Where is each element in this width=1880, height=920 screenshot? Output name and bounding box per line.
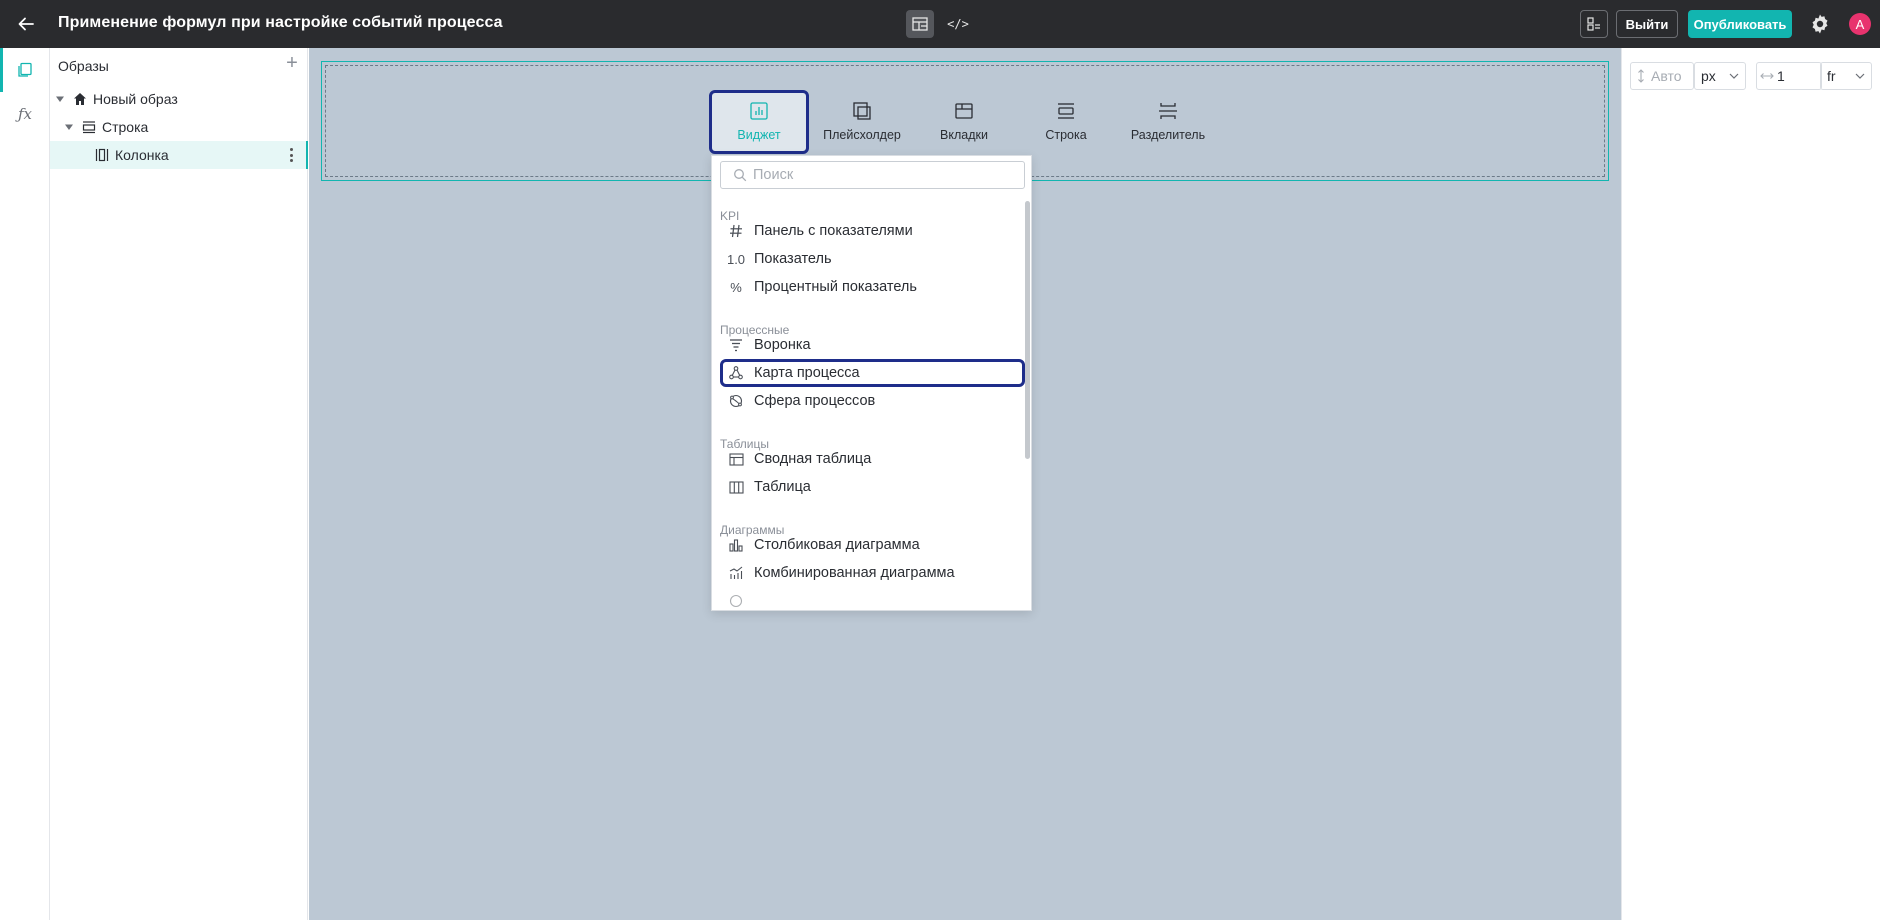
layout-icon [912, 17, 928, 31]
design-mode-button[interactable] [906, 10, 934, 38]
dropdown-item-indicator[interactable]: 1.0 Показатель [720, 245, 1025, 273]
pivot-table-icon [727, 450, 745, 468]
dropdown-item-combo-chart[interactable]: Комбинированная диаграмма [720, 559, 1025, 587]
more-options-icon[interactable] [290, 148, 294, 162]
item-label: Показатель [754, 251, 832, 267]
width-unit-select[interactable]: fr [1820, 62, 1872, 90]
panel-title: Образы [58, 58, 109, 74]
column-icon [95, 148, 109, 162]
chevron-down-icon [1729, 73, 1739, 79]
left-rail: ƒx [0, 48, 50, 920]
palette-placeholder[interactable]: Плейсхолдер [812, 90, 912, 154]
item-label: Панель с показателями [754, 223, 913, 239]
publish-button[interactable]: Опубликовать [1688, 10, 1792, 38]
search-field[interactable] [720, 161, 1025, 189]
height-placeholder: Авто [1651, 68, 1682, 84]
vertical-resize-icon [1631, 69, 1651, 83]
back-button[interactable] [12, 10, 40, 38]
item-label: Комбинированная диаграмма [754, 565, 955, 581]
dropdown-item-percent-indicator[interactable]: % Процентный показатель [720, 273, 1025, 301]
height-unit-value: px [1701, 68, 1716, 84]
page-title: Применение формул при настройке событий … [58, 14, 503, 31]
rail-formulas[interactable]: ƒx [0, 92, 50, 136]
bar-chart-icon [727, 536, 745, 554]
chevron-down-icon [1855, 73, 1865, 79]
settings-button[interactable] [1808, 12, 1832, 36]
table-icon [727, 478, 745, 496]
dropdown-item-pivot-table[interactable]: Сводная таблица [720, 445, 1025, 473]
formula-icon: ƒx [17, 105, 32, 123]
placeholder-icon [851, 100, 873, 122]
height-input[interactable]: Авто [1630, 62, 1694, 90]
palette-label: Плейсхолдер [823, 128, 901, 142]
avatar[interactable]: A [1849, 13, 1871, 35]
dropdown-scrollbar[interactable] [1025, 201, 1030, 459]
sphere-icon [727, 392, 745, 410]
tree-node-label: Колонка [115, 147, 169, 163]
dropdown-item-funnel[interactable]: Воронка [720, 331, 1025, 359]
search-input[interactable] [753, 167, 1013, 183]
tree-node-new-image[interactable]: Новый образ [50, 85, 308, 113]
code-mode-button[interactable]: </> [944, 10, 972, 38]
widget-dropdown: KPI Панель с показателями 1.0 Показатель… [711, 155, 1032, 611]
tree-node-row[interactable]: Строка [50, 113, 308, 141]
tree-node-label: Строка [102, 119, 149, 135]
layout-preview-icon [1587, 17, 1600, 31]
palette-divider[interactable]: Разделитель [1118, 90, 1218, 154]
palette-label: Разделитель [1130, 128, 1206, 142]
caret-down-icon [56, 96, 64, 102]
search-icon [734, 169, 747, 182]
tree-node-column[interactable]: Колонка [50, 141, 308, 169]
chart-icon [727, 592, 745, 610]
height-unit-select[interactable]: px [1694, 62, 1746, 90]
item-label: Сводная таблица [754, 451, 872, 467]
tabs-icon [953, 100, 975, 122]
percent-icon: % [730, 279, 742, 295]
row-icon [82, 121, 96, 134]
gear-icon [1812, 14, 1828, 34]
item-label: Столбиковая диаграмма [754, 537, 920, 553]
home-icon [74, 93, 86, 105]
tree-node-label: Новый образ [93, 91, 178, 107]
width-value: 1 [1777, 68, 1785, 84]
row-icon [1055, 100, 1077, 122]
dropdown-item-process-sphere[interactable]: Сфера процессов [720, 387, 1025, 415]
caret-down-icon [65, 124, 73, 130]
process-map-icon [727, 364, 745, 382]
palette-tabs[interactable]: Вкладки [914, 90, 1014, 154]
add-image-button[interactable]: + [282, 53, 302, 74]
dropdown-item-process-map[interactable]: Карта процесса [720, 359, 1025, 387]
divider-icon [1157, 100, 1179, 122]
exit-button[interactable]: Выйти [1616, 10, 1678, 38]
pages-icon [18, 62, 32, 77]
palette-widget[interactable]: Виджет [709, 90, 809, 154]
item-label: Сфера процессов [754, 393, 876, 409]
item-label: Карта процесса [754, 365, 860, 381]
palette-label: Вкладки [940, 128, 988, 142]
dropdown-item-kpi-panel[interactable]: Панель с показателями [720, 217, 1025, 245]
item-label: Воронка [754, 337, 811, 353]
dropdown-item-cut-off[interactable] [720, 587, 1025, 610]
funnel-icon [727, 336, 745, 354]
horizontal-resize-icon [1757, 71, 1777, 81]
item-label: Процентный показатель [754, 279, 917, 295]
dropdown-item-table[interactable]: Таблица [720, 473, 1025, 501]
preview-button[interactable] [1580, 10, 1608, 38]
width-unit-value: fr [1827, 68, 1836, 84]
widget-icon [748, 100, 770, 122]
rail-pages[interactable] [0, 48, 50, 92]
images-panel: Образы + Новый образ Строка Колонка [50, 48, 308, 920]
number-icon: 1.0 [726, 251, 746, 267]
dropdown-item-bar-chart[interactable]: Столбиковая диаграмма [720, 531, 1025, 559]
properties-panel: Авто px 1 fr [1621, 48, 1880, 920]
palette-label: Строка [1045, 128, 1087, 142]
top-bar: Применение формул при настройке событий … [0, 0, 1880, 48]
hash-icon [727, 222, 745, 240]
width-input[interactable]: 1 [1756, 62, 1822, 90]
combo-chart-icon [727, 564, 745, 582]
item-label: Таблица [754, 479, 811, 495]
palette-row[interactable]: Строка [1016, 90, 1116, 154]
arrow-left-icon [18, 17, 34, 31]
palette-label: Виджет [737, 128, 781, 142]
